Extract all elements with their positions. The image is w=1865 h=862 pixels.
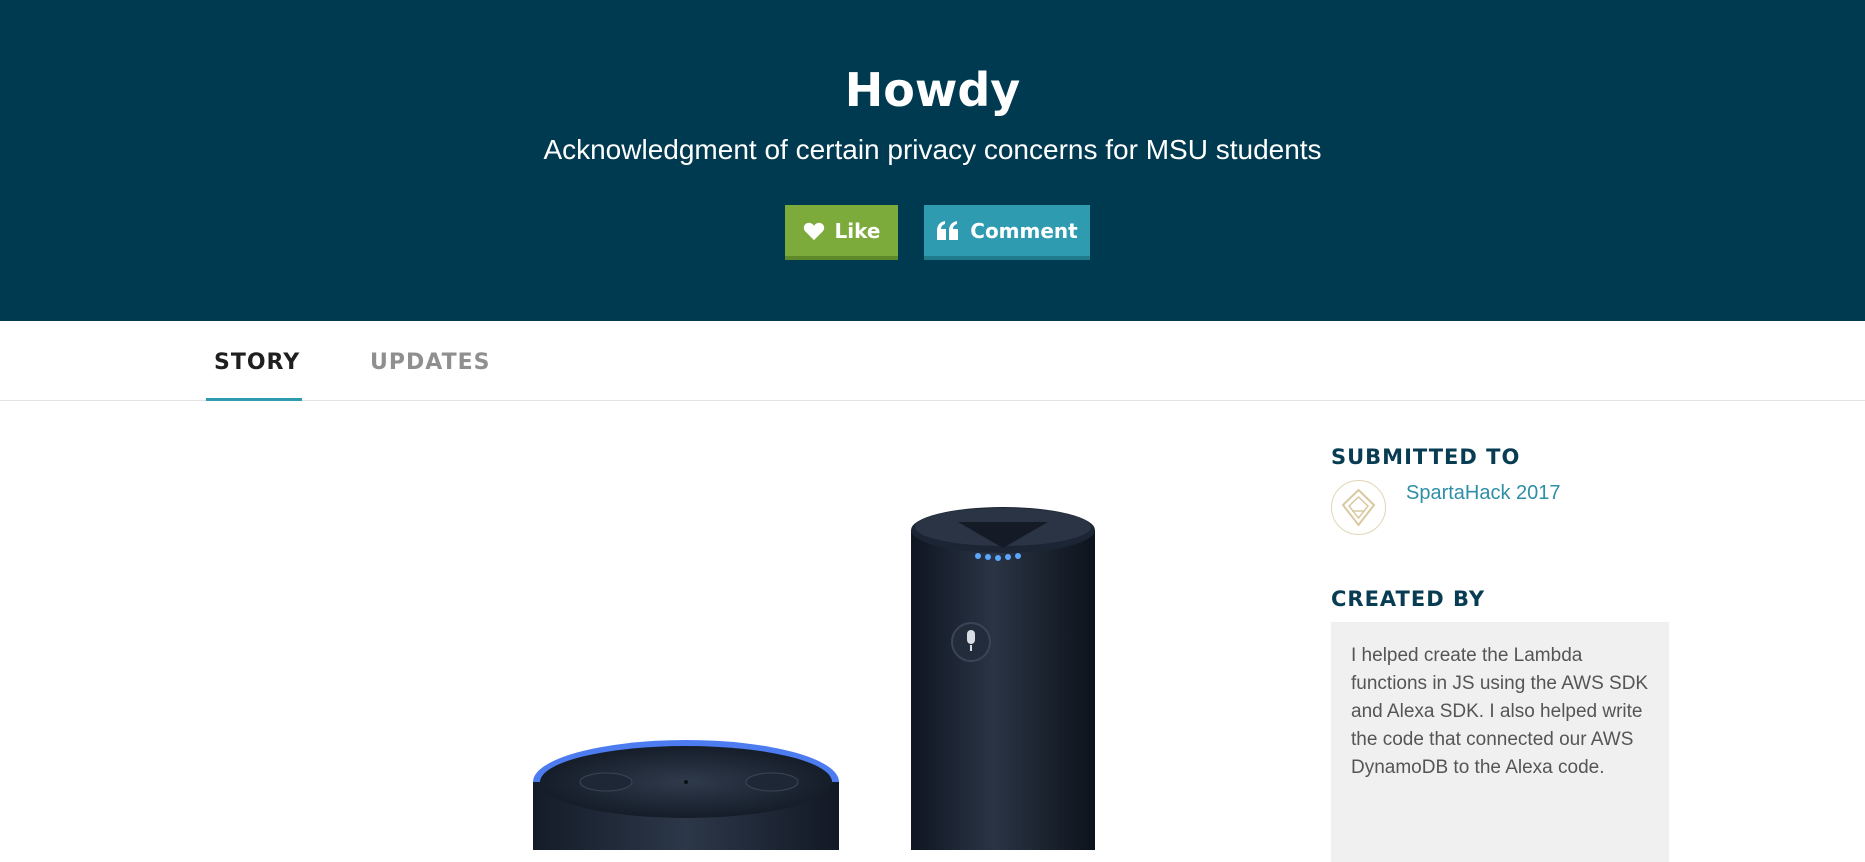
project-title: Howdy (844, 63, 1021, 117)
creator-contribution-card: I helped create the Lambda functions in … (1331, 622, 1669, 862)
submitted-to-heading: SUBMITTED TO (1331, 445, 1521, 469)
project-header: Howdy Acknowledgment of certain privacy … (0, 0, 1865, 321)
hackathon-logo[interactable] (1331, 480, 1386, 535)
tab-updates[interactable]: UPDATES (362, 321, 498, 401)
like-button[interactable]: Like (785, 205, 898, 260)
echo-devices-image (533, 507, 1095, 850)
quote-icon (936, 220, 960, 241)
comment-label: Comment (970, 218, 1078, 243)
hackathon-link[interactable]: SpartaHack 2017 (1406, 482, 1561, 505)
project-tabs: STORY UPDATES (0, 321, 1865, 401)
project-tagline: Acknowledgment of certain privacy concer… (543, 134, 1322, 165)
project-sidebar: SUBMITTED TO SpartaHack 2017 CREATED BY … (1331, 442, 1671, 862)
submission-entry: SpartaHack 2017 (1331, 480, 1671, 538)
heart-icon (803, 221, 825, 241)
creator-contribution-text: I helped create the Lambda functions in … (1351, 645, 1649, 778)
like-label: Like (834, 218, 881, 243)
created-by-heading: CREATED BY (1331, 587, 1486, 611)
comment-button[interactable]: Comment (924, 205, 1090, 260)
tab-story[interactable]: STORY (206, 321, 302, 401)
project-gallery-image (206, 430, 1256, 850)
